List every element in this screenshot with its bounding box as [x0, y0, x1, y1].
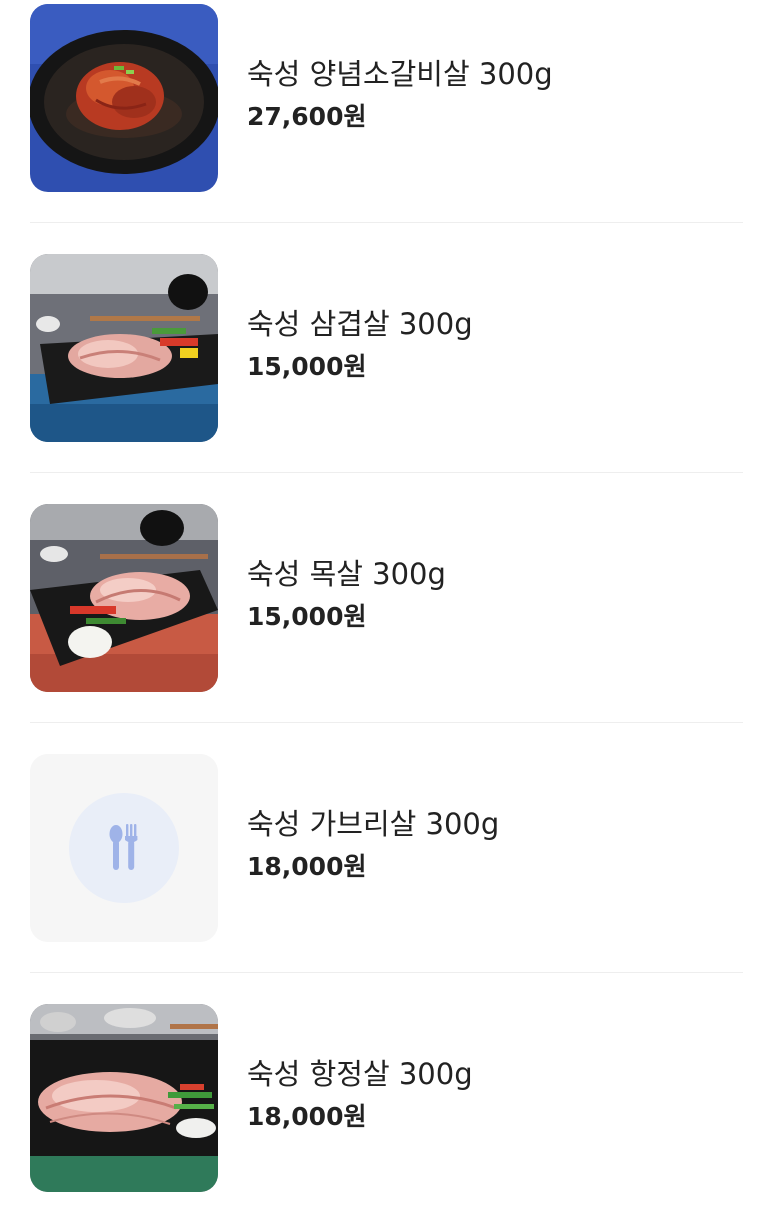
menu-item-image	[30, 254, 218, 442]
divider	[30, 722, 743, 723]
pork-jowl-photo	[30, 1004, 218, 1192]
utensils-placeholder-icon	[30, 754, 218, 942]
menu-item-price: 15,000원	[247, 602, 367, 631]
divider	[30, 972, 743, 973]
menu-item[interactable]: 숙성 항정살 300g 18,000원	[30, 1004, 743, 1192]
menu-item[interactable]: 숙성 삼겹살 300g 15,000원	[30, 254, 743, 442]
menu-item[interactable]: 숙성 양념소갈비살 300g 27,600원	[30, 4, 743, 192]
marinated-beef-rib-photo	[30, 4, 218, 192]
menu-item-image-placeholder	[30, 754, 218, 942]
menu-item-price: 15,000원	[247, 352, 367, 381]
pork-neck-photo	[30, 504, 218, 692]
menu-item[interactable]: 숙성 가브리살 300g 18,000원	[30, 754, 743, 942]
menu-item-image	[30, 504, 218, 692]
menu-item-price: 18,000원	[247, 1102, 367, 1131]
menu-item-name: 숙성 삼겹살 300g	[247, 307, 473, 341]
menu-item-name: 숙성 양념소갈비살 300g	[247, 57, 553, 91]
menu-item-price: 18,000원	[247, 852, 367, 881]
menu-item-price: 27,600원	[247, 102, 367, 131]
menu-item-name: 숙성 가브리살 300g	[247, 807, 500, 841]
divider	[30, 472, 743, 473]
menu-item[interactable]: 숙성 목살 300g 15,000원	[30, 504, 743, 692]
menu-item-image	[30, 4, 218, 192]
menu-item-image	[30, 1004, 218, 1192]
divider	[30, 222, 743, 223]
menu-item-name: 숙성 항정살 300g	[247, 1057, 473, 1091]
pork-belly-photo	[30, 254, 218, 442]
menu-item-name: 숙성 목살 300g	[247, 557, 446, 591]
